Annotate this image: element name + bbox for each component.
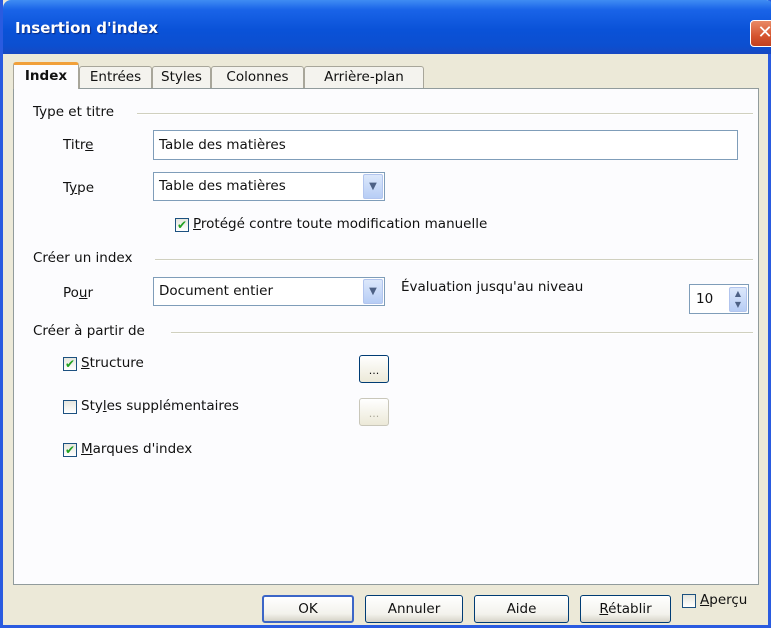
extra-styles-checkbox[interactable]	[63, 400, 77, 414]
checkmark-icon: ✔	[64, 357, 76, 371]
ok-button[interactable]: OK	[262, 595, 354, 623]
eval-level-spinner[interactable]: 10 ▲ ▼	[689, 284, 749, 314]
index-marks-label: Marques d'index	[81, 441, 193, 457]
chevron-down-icon[interactable]: ▼	[363, 174, 383, 199]
extra-styles-label: Styles supplémentaires	[81, 398, 239, 414]
for-select-value: Document entier	[159, 283, 273, 299]
structure-checkbox[interactable]: ✔	[63, 357, 77, 371]
chevron-down-icon[interactable]: ▼	[363, 279, 383, 304]
protected-label: Protégé contre toute modification manuel…	[193, 216, 488, 232]
tab-columns[interactable]: Colonnes	[211, 66, 304, 88]
preview-label: Aperçu	[700, 592, 748, 608]
title-input[interactable]: Table des matières	[153, 130, 738, 160]
title-label: Titre	[63, 137, 94, 153]
extra-styles-browse-button[interactable]: ...	[359, 398, 389, 426]
title-bar[interactable]: Insertion d'index ✕	[3, 0, 771, 54]
section-heading-type: Type et titre	[33, 104, 115, 120]
for-select[interactable]: Document entier ▼	[153, 277, 385, 306]
type-label: Type	[63, 180, 95, 196]
protected-checkbox[interactable]: ✔	[175, 218, 189, 232]
dialog-window: Insertion d'index ✕ Index Entrées Styles…	[0, 0, 771, 628]
close-button[interactable]: ✕	[750, 20, 771, 47]
section-heading-source: Créer à partir de	[33, 323, 145, 339]
checkmark-icon: ✔	[176, 218, 188, 232]
for-label: Pour	[63, 285, 94, 301]
reset-button[interactable]: Rétablir	[580, 595, 671, 623]
eval-level-label: Évaluation jusqu'au niveau	[401, 279, 584, 295]
index-marks-checkbox[interactable]: ✔	[63, 443, 77, 457]
help-button[interactable]: Aide	[474, 595, 569, 623]
structure-label: Structure	[81, 355, 144, 371]
type-select-value: Table des matières	[159, 178, 286, 194]
section-divider	[171, 332, 753, 334]
section-heading-create: Créer un index	[33, 250, 133, 266]
tab-index[interactable]: Index	[13, 62, 79, 89]
spin-arrows-icon[interactable]: ▲ ▼	[729, 287, 747, 312]
section-divider	[155, 259, 753, 261]
section-divider	[137, 113, 753, 115]
tab-styles[interactable]: Styles	[152, 66, 211, 88]
checkmark-icon: ✔	[64, 443, 76, 457]
tab-background[interactable]: Arrière-plan	[304, 66, 424, 88]
eval-level-value: 10	[696, 291, 714, 307]
close-icon: ✕	[757, 22, 771, 43]
tab-entries[interactable]: Entrées	[79, 66, 152, 88]
preview-checkbox[interactable]	[682, 594, 696, 608]
dialog-title: Insertion d'index	[15, 19, 159, 37]
type-select[interactable]: Table des matières ▼	[153, 172, 385, 201]
cancel-button[interactable]: Annuler	[365, 595, 463, 623]
structure-browse-button[interactable]: ...	[359, 355, 389, 383]
